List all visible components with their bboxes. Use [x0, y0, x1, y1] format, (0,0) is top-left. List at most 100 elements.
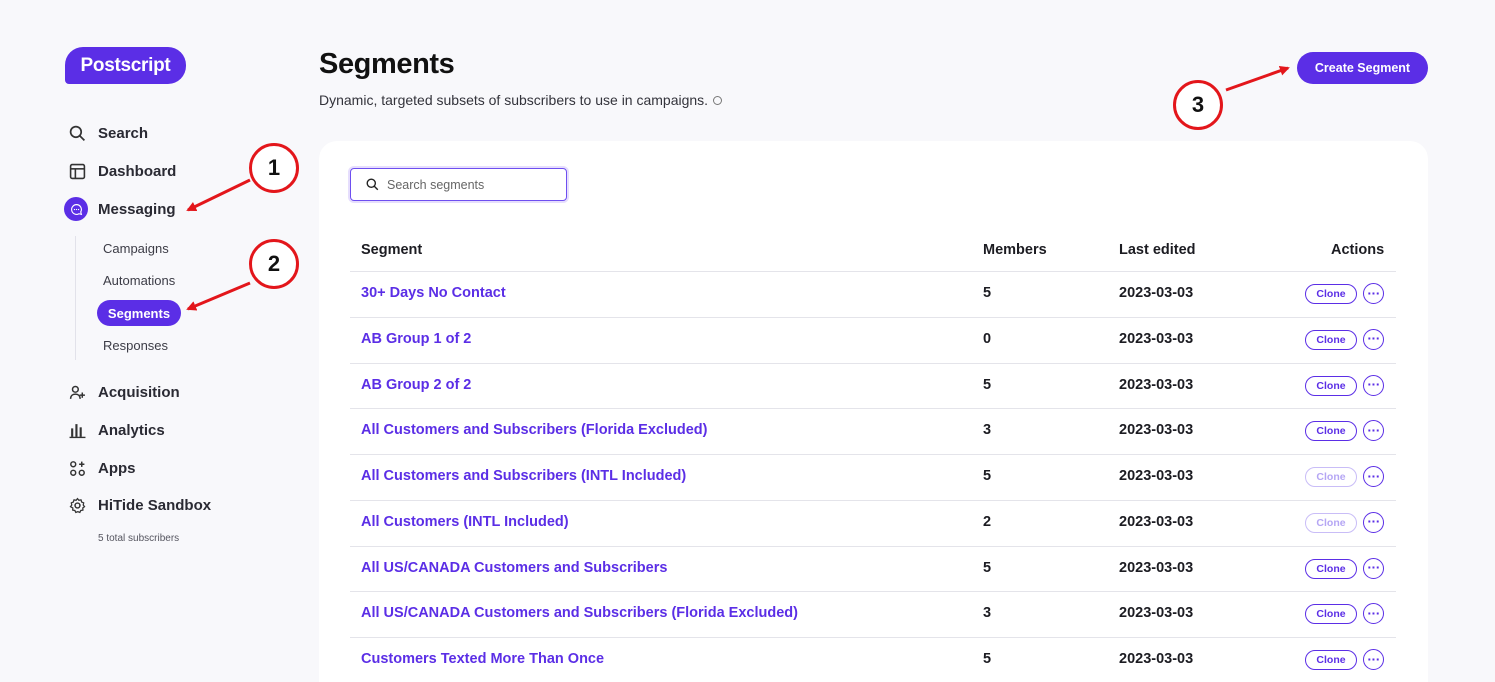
last-edited-date: 2023-03-03 — [1119, 651, 1194, 667]
sidebar-item-apps[interactable]: Apps — [66, 457, 136, 479]
members-count: 5 — [983, 468, 992, 484]
table-row: All US/CANADA Customers and Subscribers … — [350, 591, 1396, 637]
arrow-3 — [1225, 65, 1290, 92]
column-header-actions: Actions — [1331, 242, 1385, 258]
clone-button[interactable]: Clone — [1305, 329, 1357, 350]
last-edited-date: 2023-03-03 — [1119, 468, 1194, 484]
segments-card: Segment Members Last edited Actions 30+ … — [319, 141, 1428, 682]
more-options-icon[interactable]: ··· — [1363, 603, 1384, 625]
sidebar-item-label: Apps — [98, 459, 136, 477]
segment-name-link[interactable]: All Customers and Subscribers (Florida E… — [361, 422, 707, 438]
gear-icon — [66, 494, 88, 516]
more-options-icon[interactable]: ··· — [1363, 649, 1384, 670]
user-add-icon — [66, 381, 88, 403]
segment-name-link[interactable]: AB Group 2 of 2 — [361, 377, 471, 393]
clone-button[interactable]: Clone — [1305, 512, 1357, 533]
more-options-icon[interactable]: ··· — [1363, 511, 1384, 533]
table-row: All Customers and Subscribers (Florida E… — [350, 408, 1396, 454]
sidebar-item-label: Dashboard — [98, 162, 177, 180]
table-row: Customers Texted More Than Once 5 2023-03-… — [350, 637, 1396, 682]
sidebar-item-dashboard[interactable]: Dashboard — [66, 160, 176, 182]
annotation-badge-3: 3 — [1173, 80, 1223, 130]
more-options-icon[interactable]: ··· — [1363, 466, 1384, 487]
page-title: Segments — [319, 48, 455, 80]
clone-button[interactable]: Clone — [1305, 284, 1357, 304]
message-icon — [64, 197, 88, 221]
table-row: AB Group 1 of 2 0 2023-03-03 Clone ··· — [350, 316, 1396, 363]
subnav-campaigns[interactable]: Campaigns — [103, 241, 169, 256]
segment-name-link[interactable]: All Customers and Subscribers (INTL Incl… — [361, 468, 686, 484]
sidebar-item-label: Analytics — [98, 421, 165, 439]
more-options-icon[interactable]: ··· — [1363, 283, 1384, 304]
segment-name-link[interactable]: All Customers (INTL Included) — [361, 514, 569, 530]
table-row: All US/CANADA Customers and Subscribers 5… — [350, 545, 1396, 592]
subnav-automations[interactable]: Automations — [103, 273, 175, 288]
last-edited-date: 2023-03-03 — [1119, 330, 1194, 347]
members-count: 2 — [983, 513, 992, 530]
members-count: 0 — [983, 330, 992, 347]
search-input[interactable] — [387, 177, 557, 192]
sidebar-item-search[interactable]: Search — [66, 122, 148, 144]
members-count: 5 — [983, 651, 992, 667]
apps-icon — [66, 457, 88, 479]
bar-chart-icon — [66, 419, 88, 441]
subnav-segments[interactable]: Segments — [97, 300, 181, 326]
table-row: All Customers (INTL Included) 2 2023-03-03… — [350, 499, 1396, 546]
search-box[interactable] — [350, 168, 567, 201]
members-count: 5 — [983, 285, 992, 301]
annotation-badge-1: 1 — [249, 143, 299, 193]
sidebar-item-acquisition[interactable]: Acquisition — [66, 381, 180, 403]
last-edited-date: 2023-03-03 — [1119, 559, 1194, 576]
postscript-logo[interactable]: Postscript — [65, 47, 186, 84]
sidebar-item-analytics[interactable]: Analytics — [66, 419, 165, 441]
page-subtitle: Dynamic, targeted subsets of subscribers… — [319, 92, 723, 108]
members-count: 3 — [983, 605, 992, 622]
segment-name-link[interactable]: All US/CANADA Customers and Subscribers — [361, 560, 667, 576]
sidebar-item-hitide-sandbox[interactable]: HiTide Sandbox — [66, 494, 211, 516]
more-options-icon[interactable]: ··· — [1363, 557, 1384, 579]
annotation-badge-2: 2 — [249, 239, 299, 289]
create-segment-button[interactable]: Create Segment — [1297, 52, 1428, 84]
table-row: All Customers and Subscribers (INTL Incl… — [350, 454, 1396, 500]
sidebar-item-messaging[interactable]: Messaging — [64, 197, 176, 221]
clone-button[interactable]: Clone — [1305, 375, 1357, 396]
sidebar-item-label: Acquisition — [98, 383, 180, 401]
clone-button[interactable]: Clone — [1305, 558, 1357, 579]
column-header-last-edited[interactable]: Last edited — [1119, 242, 1196, 258]
members-count: 5 — [983, 376, 992, 393]
sidebar-item-label: Messaging — [98, 200, 176, 218]
members-count: 3 — [983, 422, 992, 439]
segment-name-link[interactable]: All US/CANADA Customers and Subscribers … — [361, 605, 798, 621]
more-options-icon[interactable]: ··· — [1363, 420, 1384, 442]
more-options-icon[interactable]: ··· — [1363, 328, 1384, 350]
last-edited-date: 2023-03-03 — [1119, 422, 1194, 439]
members-count: 5 — [983, 559, 992, 576]
subnav-responses[interactable]: Responses — [103, 338, 168, 353]
clone-button[interactable]: Clone — [1305, 421, 1357, 442]
sidebar-item-label: HiTide Sandbox — [98, 496, 212, 514]
last-edited-date: 2023-03-03 — [1119, 513, 1194, 530]
last-edited-date: 2023-03-03 — [1119, 605, 1194, 622]
table-row: AB Group 2 of 2 5 2023-03-03 Clone ··· — [350, 362, 1396, 409]
clone-button[interactable]: Clone — [1305, 467, 1357, 487]
search-icon — [366, 178, 379, 191]
info-icon[interactable] — [713, 95, 723, 105]
search-icon — [66, 122, 88, 144]
column-header-members[interactable]: Members — [983, 242, 1047, 258]
segment-name-link[interactable]: AB Group 1 of 2 — [361, 331, 471, 347]
sidebar-item-label: Search — [98, 124, 149, 142]
page-subtitle-text: Dynamic, targeted subsets of subscribers… — [319, 92, 709, 108]
subnav-divider — [75, 236, 76, 360]
table-row: 30+ Days No Contact 5 2023-03-03 Clone ··· — [350, 271, 1396, 317]
last-edited-date: 2023-03-03 — [1119, 376, 1194, 393]
clone-button[interactable]: Clone — [1305, 604, 1357, 625]
column-header-segment[interactable]: Segment — [361, 242, 422, 258]
more-options-icon[interactable]: ··· — [1363, 374, 1384, 396]
sidebar: Postscript Search Dashboard Messaging Ca… — [0, 0, 300, 682]
dashboard-icon — [66, 160, 88, 182]
subscribers-count: 5 total subscribers — [98, 533, 180, 544]
segment-name-link[interactable]: Customers Texted More Than Once — [361, 651, 604, 667]
segment-name-link[interactable]: 30+ Days No Contact — [361, 285, 506, 301]
last-edited-date: 2023-03-03 — [1119, 285, 1194, 301]
clone-button[interactable]: Clone — [1305, 650, 1357, 670]
